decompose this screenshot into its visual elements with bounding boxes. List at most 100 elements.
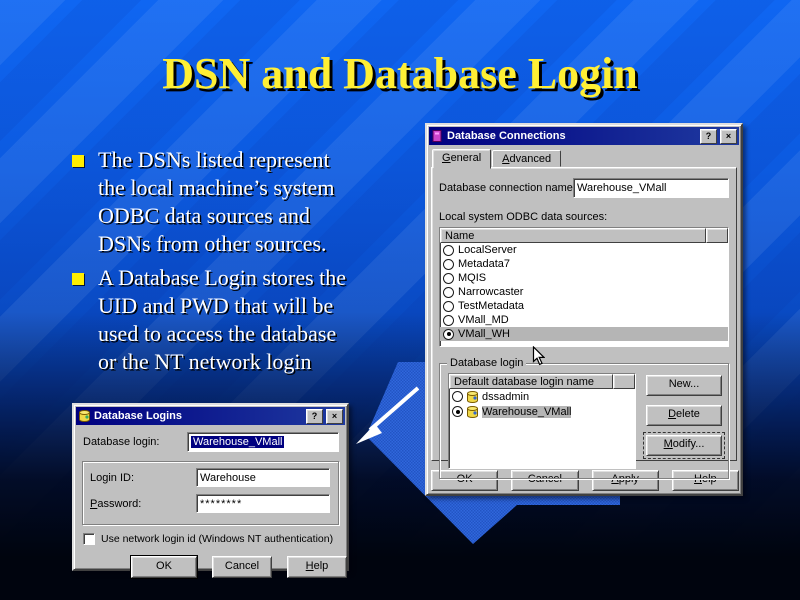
bullet-square-icon	[72, 155, 84, 167]
ok-button[interactable]: OK	[131, 556, 197, 578]
radio-icon[interactable]	[443, 287, 454, 298]
dsn-name: VMall_MD	[458, 314, 509, 326]
dsn-name: Metadata7	[458, 258, 510, 270]
radio-selected-icon[interactable]	[443, 329, 454, 340]
database-icon	[466, 391, 479, 403]
database-login-input[interactable]: Warehouse_VMall	[187, 432, 339, 452]
bullet-line: or the NT network login	[98, 348, 346, 376]
network-login-checkbox[interactable]	[83, 533, 95, 545]
bullet-line: The DSNs listed represent	[98, 146, 334, 174]
database-login-label: Database login:	[83, 436, 187, 448]
login-listbox[interactable]: Default database login name dssadmin	[448, 373, 636, 469]
general-tab-panel: Database connection name Warehouse_VMall…	[431, 167, 737, 461]
password-label: Password:	[90, 498, 196, 510]
connections-titlebar[interactable]: Database Connections ? ×	[429, 127, 739, 145]
bullet-text: The DSNs listed represent the local mach…	[98, 146, 334, 258]
login-row[interactable]: dssadmin	[449, 389, 635, 404]
help-icon[interactable]: ?	[306, 409, 323, 424]
bullet-text: A Database Login stores the UID and PWD …	[98, 264, 346, 376]
dsn-listbox[interactable]: Name LocalServer Metadata7 MQIS Narrowca…	[439, 227, 729, 347]
modify-button[interactable]: Modify...	[646, 435, 722, 456]
bullet-list: The DSNs listed represent the local mach…	[70, 146, 415, 382]
connections-dialog-title: Database Connections	[447, 130, 697, 142]
login-row-selected[interactable]: Warehouse_VMall	[449, 404, 635, 419]
database-login-group-body: Default database login name dssadmin	[440, 364, 728, 475]
login-header-name[interactable]: Default database login name	[449, 374, 613, 389]
database-login-group: Database login Default database login na…	[439, 363, 729, 479]
dsn-name: TestMetadata	[458, 300, 524, 312]
new-button[interactable]: New...	[646, 375, 722, 396]
connections-tabs: General Advanced	[432, 149, 737, 167]
arrow-annotation-icon	[348, 382, 428, 450]
odbc-sources-label: Local system ODBC data sources:	[439, 211, 729, 223]
mouse-cursor-icon	[532, 346, 545, 366]
password-row: Password: ********	[90, 494, 330, 513]
dsn-list-header: Name	[440, 228, 728, 243]
login-id-label: Login ID:	[90, 472, 196, 484]
login-name: Warehouse_VMall	[482, 406, 571, 418]
dsn-row-selected[interactable]: VMall_WH	[440, 327, 728, 341]
login-buttons: New... Delete Modify...	[646, 373, 722, 469]
bullet-line: the local machine’s system	[98, 174, 334, 202]
close-icon[interactable]: ×	[326, 409, 343, 424]
slide: DSN and Database Login The DSNs listed r…	[0, 0, 800, 600]
logins-dialog-icon	[78, 410, 91, 422]
bullet-square-icon	[72, 273, 84, 285]
bullet-line: A Database Login stores the	[98, 264, 346, 292]
radio-icon[interactable]	[443, 315, 454, 326]
dsn-row[interactable]: TestMetadata	[440, 299, 728, 313]
delete-button[interactable]: Delete	[646, 405, 722, 426]
radio-icon[interactable]	[452, 391, 463, 402]
database-connections-dialog: Database Connections ? × General Advance…	[425, 123, 743, 496]
dsn-row[interactable]: VMall_MD	[440, 313, 728, 327]
login-id-row: Login ID: Warehouse	[90, 468, 330, 487]
database-login-group-label: Database login	[447, 357, 526, 369]
network-login-label: Use network login id (Windows NT authent…	[101, 533, 333, 545]
login-id-input[interactable]: Warehouse	[196, 468, 330, 487]
connection-name-row: Database connection name Warehouse_VMall	[439, 178, 729, 198]
dsn-name: LocalServer	[458, 244, 517, 256]
radio-icon[interactable]	[443, 245, 454, 256]
dsn-name: VMall_WH	[458, 328, 510, 340]
login-header-spacer	[613, 374, 635, 389]
dsn-row[interactable]: Metadata7	[440, 257, 728, 271]
bullet-line: ODBC data sources and	[98, 202, 334, 230]
bullet-line: DSNs from other sources.	[98, 230, 334, 258]
help-button[interactable]: Help	[287, 556, 347, 578]
radio-icon[interactable]	[443, 259, 454, 270]
dsn-name: MQIS	[458, 272, 486, 284]
dsn-row[interactable]: Narrowcaster	[440, 285, 728, 299]
help-icon[interactable]: ?	[700, 129, 717, 144]
credentials-frame: Login ID: Warehouse Password: ********	[82, 461, 339, 525]
dsn-header-name[interactable]: Name	[440, 228, 706, 243]
bullet-item: A Database Login stores the UID and PWD …	[70, 264, 415, 376]
slide-title: DSN and Database Login	[0, 48, 800, 99]
connection-name-label: Database connection name	[439, 182, 573, 194]
bullet-line: used to access the database	[98, 320, 346, 348]
logins-bottom-buttons: OK Cancel Help	[131, 556, 347, 578]
tab-advanced[interactable]: Advanced	[492, 150, 561, 167]
close-icon[interactable]: ×	[720, 129, 737, 144]
radio-icon[interactable]	[443, 273, 454, 284]
login-list-header: Default database login name	[449, 374, 635, 389]
password-input[interactable]: ********	[196, 494, 330, 513]
dsn-row[interactable]: MQIS	[440, 271, 728, 285]
logins-titlebar[interactable]: Database Logins ? ×	[76, 407, 345, 425]
dsn-row[interactable]: LocalServer	[440, 243, 728, 257]
database-icon	[466, 406, 479, 418]
database-login-row: Database login: Warehouse_VMall	[83, 432, 339, 452]
dsn-name: Narrowcaster	[458, 286, 523, 298]
radio-selected-icon[interactable]	[452, 406, 463, 417]
database-logins-dialog: Database Logins ? × Database login: Ware…	[72, 403, 349, 571]
dsn-header-spacer	[706, 228, 728, 243]
bullet-line: UID and PWD that will be	[98, 292, 346, 320]
connection-name-input[interactable]: Warehouse_VMall	[573, 178, 729, 198]
selected-text: Warehouse_VMall	[191, 436, 284, 448]
tab-general[interactable]: General	[432, 149, 491, 169]
radio-icon[interactable]	[443, 301, 454, 312]
login-name: dssadmin	[482, 391, 529, 403]
connections-dialog-icon	[431, 130, 444, 142]
network-login-row: Use network login id (Windows NT authent…	[83, 533, 347, 545]
cancel-button[interactable]: Cancel	[212, 556, 272, 578]
bullet-item: The DSNs listed represent the local mach…	[70, 146, 415, 258]
